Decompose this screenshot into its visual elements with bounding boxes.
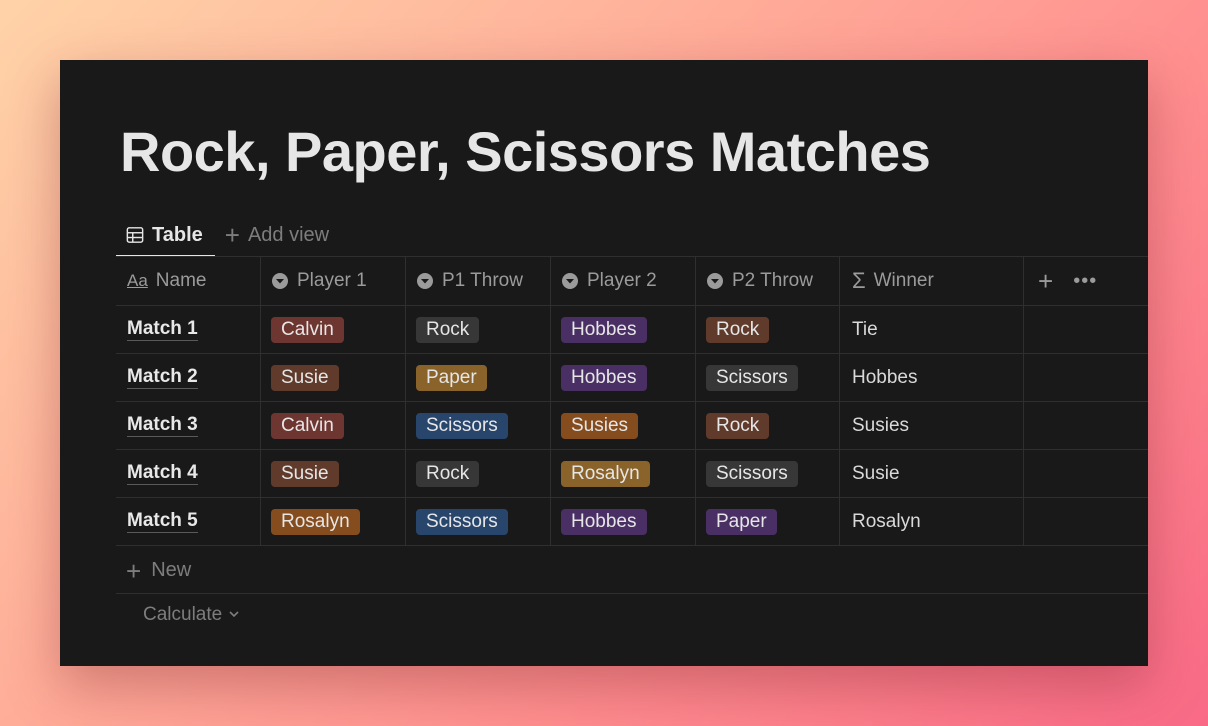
select-type-icon	[271, 272, 289, 290]
add-column-plus-icon[interactable]: +	[1038, 268, 1053, 294]
plus-icon: +	[126, 555, 142, 586]
throw-tag: Scissors	[416, 412, 508, 439]
table-row[interactable]: Match 4 Susie Rock Rosalyn Scissors Susi…	[116, 450, 1148, 498]
view-tabs: Table + Add view	[116, 214, 329, 257]
player-tag: Hobbes	[561, 364, 647, 391]
player-tag: Susies	[561, 412, 639, 439]
winner-value: Tie	[852, 318, 878, 340]
column-actions: + •••	[1024, 257, 1148, 305]
plus-icon: +	[224, 220, 240, 250]
table-row[interactable]: Match 3 Calvin Scissors Susies Rock Susi…	[116, 402, 1148, 450]
throw-tag: Paper	[706, 508, 777, 535]
player-tag: Susie	[271, 364, 339, 391]
throw-tag: Rock	[706, 316, 770, 343]
tab-table[interactable]: Table	[116, 215, 215, 257]
column-header-p2-throw[interactable]: P2 Throw	[696, 257, 840, 305]
column-header-winner[interactable]: Σ Winner	[840, 257, 1024, 305]
throw-tag: Paper	[416, 364, 487, 391]
winner-value: Hobbes	[852, 366, 918, 388]
row-name[interactable]: Match 4	[127, 462, 198, 485]
calculate-label: Calculate	[143, 604, 223, 625]
throw-tag: Scissors	[706, 460, 798, 487]
throw-tag: Scissors	[706, 364, 798, 391]
column-header-player2[interactable]: Player 2	[551, 257, 696, 305]
formula-sigma-icon: Σ	[852, 268, 866, 293]
player-tag: Hobbes	[561, 508, 647, 535]
more-options-icon[interactable]: •••	[1073, 270, 1097, 293]
table-header: Aa Name Player 1 P1 Throw Player 2 P2 Th…	[116, 256, 1148, 306]
new-row-label: New	[151, 559, 192, 581]
winner-value: Susies	[852, 414, 910, 436]
player-tag: Rosalyn	[561, 460, 650, 487]
add-view-button[interactable]: + Add view	[215, 222, 329, 248]
select-type-icon	[416, 272, 434, 290]
player-tag: Hobbes	[561, 316, 647, 343]
throw-tag: Rock	[416, 316, 480, 343]
winner-value: Rosalyn	[852, 510, 921, 532]
winner-value: Susie	[852, 462, 900, 484]
row-name[interactable]: Match 3	[127, 414, 198, 437]
column-header-name[interactable]: Aa Name	[116, 257, 261, 305]
text-type-icon: Aa	[127, 271, 148, 290]
table-row[interactable]: Match 2 Susie Paper Hobbes Scissors Hobb…	[116, 354, 1148, 402]
page-title: Rock, Paper, Scissors Matches	[120, 120, 931, 183]
add-new-row-button[interactable]: + New	[116, 548, 1148, 594]
row-name[interactable]: Match 1	[127, 318, 198, 341]
select-type-icon	[706, 272, 724, 290]
database-table: Aa Name Player 1 P1 Throw Player 2 P2 Th…	[116, 256, 1148, 546]
throw-tag: Scissors	[416, 508, 508, 535]
tab-table-label: Table	[152, 223, 203, 246]
table-row[interactable]: Match 5 Rosalyn Scissors Hobbes Paper Ro…	[116, 498, 1148, 546]
row-name[interactable]: Match 2	[127, 366, 198, 389]
add-view-label: Add view	[247, 223, 330, 246]
column-header-p1-throw[interactable]: P1 Throw	[406, 257, 551, 305]
chevron-down-icon	[228, 604, 240, 626]
throw-tag: Rock	[706, 412, 770, 439]
player-tag: Calvin	[271, 316, 344, 343]
player-tag: Calvin	[271, 412, 344, 439]
column-header-player1[interactable]: Player 1	[261, 257, 406, 305]
throw-tag: Rock	[416, 460, 480, 487]
table-icon	[126, 226, 144, 244]
player-tag: Rosalyn	[271, 508, 360, 535]
player-tag: Susie	[271, 460, 339, 487]
notion-window: Rock, Paper, Scissors Matches Table + Ad…	[60, 60, 1148, 666]
row-name[interactable]: Match 5	[127, 510, 198, 533]
calculate-dropdown[interactable]: Calculate	[143, 600, 240, 630]
table-row[interactable]: Match 1 Calvin Rock Hobbes Rock Tie	[116, 306, 1148, 354]
select-type-icon	[561, 272, 579, 290]
